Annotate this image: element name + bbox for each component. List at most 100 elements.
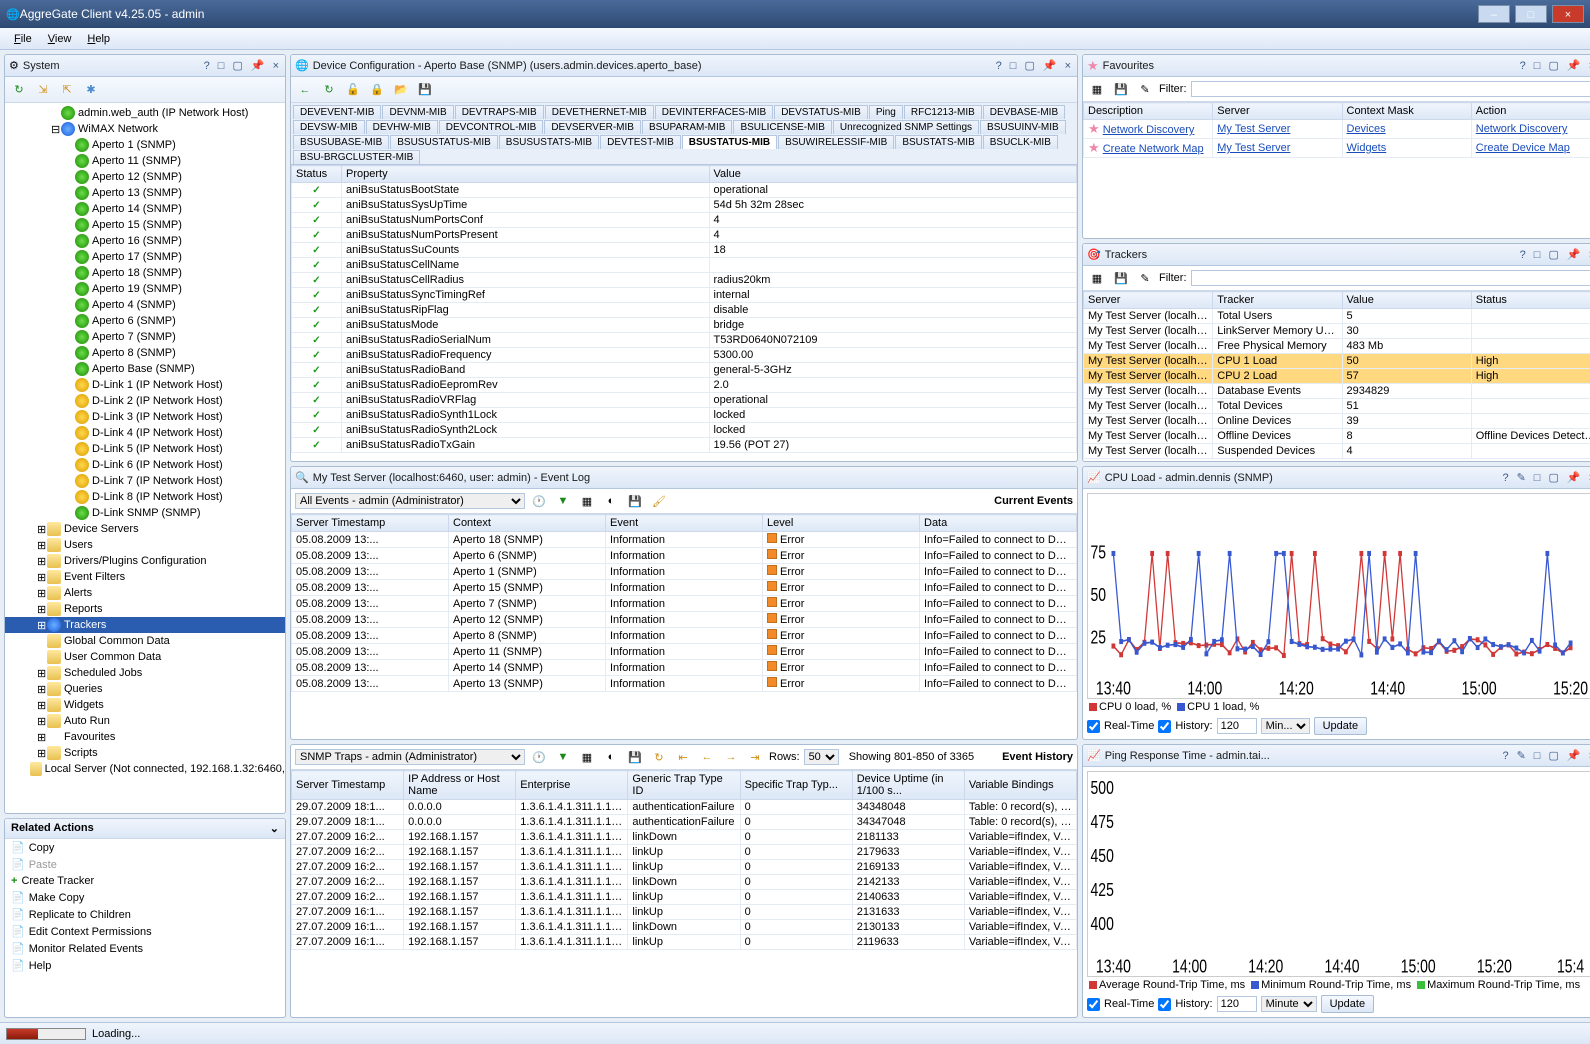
realtime-checkbox[interactable] bbox=[1087, 720, 1100, 733]
eventlog-filter-select[interactable]: All Events - admin (Administrator) bbox=[295, 493, 525, 509]
tab[interactable]: DEVSW-MIB bbox=[293, 120, 365, 134]
link-cell[interactable]: Network Discovery bbox=[1471, 120, 1590, 139]
tab[interactable]: DEVSTATUS-MIB bbox=[774, 105, 868, 119]
table-row[interactable]: ✓aniBsuStatusCellName bbox=[292, 258, 1077, 273]
tab[interactable]: BSUSTATS-MIB bbox=[895, 135, 981, 149]
tree-item[interactable]: Aperto 12 (SNMP) bbox=[5, 169, 285, 185]
table-row[interactable]: ✓aniBsuStatusRadioVRFlagoperational bbox=[292, 393, 1077, 408]
col-header[interactable]: Tracker bbox=[1213, 292, 1342, 309]
table-row[interactable]: My Test Server (localhost:646...Total De… bbox=[1084, 399, 1590, 414]
table-row[interactable]: 27.07.2009 16:1...192.168.1.1571.3.6.1.4… bbox=[292, 935, 1077, 950]
col-header[interactable]: Event bbox=[606, 515, 763, 532]
tab[interactable]: Unrecognized SNMP Settings bbox=[833, 120, 979, 134]
tool-c-icon[interactable]: ✎ bbox=[1135, 268, 1155, 288]
tab[interactable]: DEVETHERNET-MIB bbox=[545, 105, 654, 119]
refresh-icon[interactable]: ↻ bbox=[649, 747, 669, 767]
tree-item[interactable]: Aperto 8 (SNMP) bbox=[5, 345, 285, 361]
reload-icon[interactable]: ↻ bbox=[319, 80, 339, 100]
col-header[interactable]: Description bbox=[1084, 103, 1213, 120]
col-header[interactable]: Variable Bindings bbox=[964, 771, 1076, 800]
help-icon[interactable]: ? bbox=[1500, 750, 1510, 762]
grid-icon[interactable]: ▦ bbox=[577, 747, 597, 767]
tab[interactable]: BSUSUSTATS-MIB bbox=[499, 135, 599, 149]
tree-item[interactable]: admin.web_auth (IP Network Host) bbox=[5, 105, 285, 121]
col-header[interactable]: IP Address or Host Name bbox=[404, 771, 516, 800]
table-row[interactable]: ★ Create Network MapMy Test ServerWidget… bbox=[1084, 139, 1590, 158]
table-row[interactable]: 05.08.2009 13:...Aperto 11 (SNMP)Informa… bbox=[292, 644, 1077, 660]
help-icon[interactable]: ? bbox=[1518, 249, 1528, 261]
link-cell[interactable]: Create Device Map bbox=[1471, 139, 1590, 158]
table-row[interactable]: 05.08.2009 13:...Aperto 1 (SNMP)Informat… bbox=[292, 564, 1077, 580]
col-header[interactable]: Enterprise bbox=[516, 771, 628, 800]
table-row[interactable]: ✓aniBsuStatusModebridge bbox=[292, 318, 1077, 333]
link-cell[interactable]: My Test Server bbox=[1213, 139, 1342, 158]
tree-item[interactable]: ⊞Users bbox=[5, 537, 285, 553]
col-header[interactable]: Action bbox=[1471, 103, 1590, 120]
tree-item[interactable]: Aperto 1 (SNMP) bbox=[5, 137, 285, 153]
table-row[interactable]: ✓aniBsuStatusSyncTimingRefinternal bbox=[292, 288, 1077, 303]
col-header[interactable]: Generic Trap Type ID bbox=[628, 771, 740, 800]
tool-c-icon[interactable]: ✎ bbox=[1135, 79, 1155, 99]
lock-icon[interactable]: 🔒 bbox=[367, 80, 387, 100]
col-header[interactable]: Server bbox=[1084, 292, 1213, 309]
table-row[interactable]: My Test Server (localhost:646...CPU 2 Lo… bbox=[1084, 369, 1590, 384]
close-panel-icon[interactable]: × bbox=[1587, 750, 1590, 762]
col-header[interactable]: Server bbox=[1213, 103, 1342, 120]
tab[interactable]: DEVHW-MIB bbox=[366, 120, 438, 134]
table-row[interactable]: ✓aniBsuStatusRadioTxGain19.56 (POT 27) bbox=[292, 438, 1077, 453]
tree-item[interactable]: D-Link 5 (IP Network Host) bbox=[5, 441, 285, 457]
table-row[interactable]: 27.07.2009 16:2...192.168.1.1571.3.6.1.4… bbox=[292, 845, 1077, 860]
tree-item[interactable]: ⊞Device Servers bbox=[5, 521, 285, 537]
dock-icon[interactable]: ▢ bbox=[230, 59, 244, 72]
table-row[interactable]: 05.08.2009 13:...Aperto 7 (SNMP)Informat… bbox=[292, 596, 1077, 612]
tab[interactable]: BSUSUBASE-MIB bbox=[293, 135, 389, 149]
col-header[interactable]: Context Mask bbox=[1342, 103, 1471, 120]
tab[interactable]: BSUSTATUS-MIB bbox=[682, 135, 777, 149]
dock-icon[interactable]: ▢ bbox=[1546, 59, 1560, 72]
tree-item[interactable]: ⊞Alerts bbox=[5, 585, 285, 601]
window-icon[interactable]: □ bbox=[1532, 249, 1543, 261]
pie-icon[interactable]: ◐ bbox=[601, 491, 621, 511]
tree-item[interactable]: D-Link 4 (IP Network Host) bbox=[5, 425, 285, 441]
pin-icon[interactable]: 📌 bbox=[1565, 59, 1583, 72]
table-row[interactable]: 27.07.2009 16:2...192.168.1.1571.3.6.1.4… bbox=[292, 890, 1077, 905]
tree-item[interactable]: Aperto Base (SNMP) bbox=[5, 361, 285, 377]
tree-item[interactable]: Aperto 15 (SNMP) bbox=[5, 217, 285, 233]
table-row[interactable]: 27.07.2009 16:1...192.168.1.1571.3.6.1.4… bbox=[292, 905, 1077, 920]
tree-item[interactable]: Aperto 7 (SNMP) bbox=[5, 329, 285, 345]
link-cell[interactable]: ★ Network Discovery bbox=[1084, 120, 1213, 139]
tree-item[interactable]: ⊞Drivers/Plugins Configuration bbox=[5, 553, 285, 569]
save-icon[interactable]: 💾 bbox=[415, 80, 435, 100]
table-row[interactable]: ✓aniBsuStatusRadioBandgeneral-5-3GHz bbox=[292, 363, 1077, 378]
menu-view[interactable]: View bbox=[40, 33, 80, 45]
unit-select[interactable]: Min... bbox=[1261, 718, 1310, 734]
tree-item[interactable]: Local Server (Not connected, 192.168.1.3… bbox=[5, 761, 285, 777]
filter-icon[interactable]: ▼ bbox=[553, 747, 573, 767]
help-icon[interactable]: ? bbox=[202, 60, 212, 72]
tree-item[interactable]: D-Link 8 (IP Network Host) bbox=[5, 489, 285, 505]
table-row[interactable]: ✓aniBsuStatusNumPortsConf4 bbox=[292, 213, 1077, 228]
tab[interactable]: BSUSUSTATUS-MIB bbox=[390, 135, 498, 149]
edit-icon[interactable]: ✎ bbox=[1515, 749, 1528, 762]
table-row[interactable]: ✓aniBsuStatusSysUpTime54d 5h 32m 28sec bbox=[292, 198, 1077, 213]
table-row[interactable]: ✓aniBsuStatusRadioSynth1Locklocked bbox=[292, 408, 1077, 423]
dock-icon[interactable]: ▢ bbox=[1546, 248, 1560, 261]
tab[interactable]: DEVEVENT-MIB bbox=[293, 105, 381, 119]
table-row[interactable]: 05.08.2009 13:...Aperto 14 (SNMP)Informa… bbox=[292, 660, 1077, 676]
table-row[interactable]: ★ Network DiscoveryMy Test ServerDevices… bbox=[1084, 120, 1590, 139]
pin-icon[interactable]: 📌 bbox=[1565, 248, 1583, 261]
pin-icon[interactable]: 📌 bbox=[1041, 59, 1059, 72]
col-header[interactable]: Specific Trap Typ... bbox=[740, 771, 852, 800]
col-header[interactable]: Context bbox=[449, 515, 606, 532]
filter-icon[interactable]: ▼ bbox=[553, 491, 573, 511]
tool-a-icon[interactable]: ▦ bbox=[1087, 79, 1107, 99]
expand-icon[interactable]: ⇱ bbox=[57, 80, 77, 100]
tree-item[interactable]: ⊞Trackers bbox=[5, 617, 285, 633]
tree-item[interactable]: User Common Data bbox=[5, 649, 285, 665]
related-action-item[interactable]: 📄Replicate to Children bbox=[5, 906, 285, 923]
help-icon[interactable]: ? bbox=[1500, 472, 1510, 484]
help-icon[interactable]: ? bbox=[1518, 60, 1528, 72]
table-row[interactable]: 05.08.2009 13:...Aperto 15 (SNMP)Informa… bbox=[292, 580, 1077, 596]
tree-item[interactable]: ⊞Widgets bbox=[5, 697, 285, 713]
table-row[interactable]: 05.08.2009 13:...Aperto 6 (SNMP)Informat… bbox=[292, 548, 1077, 564]
